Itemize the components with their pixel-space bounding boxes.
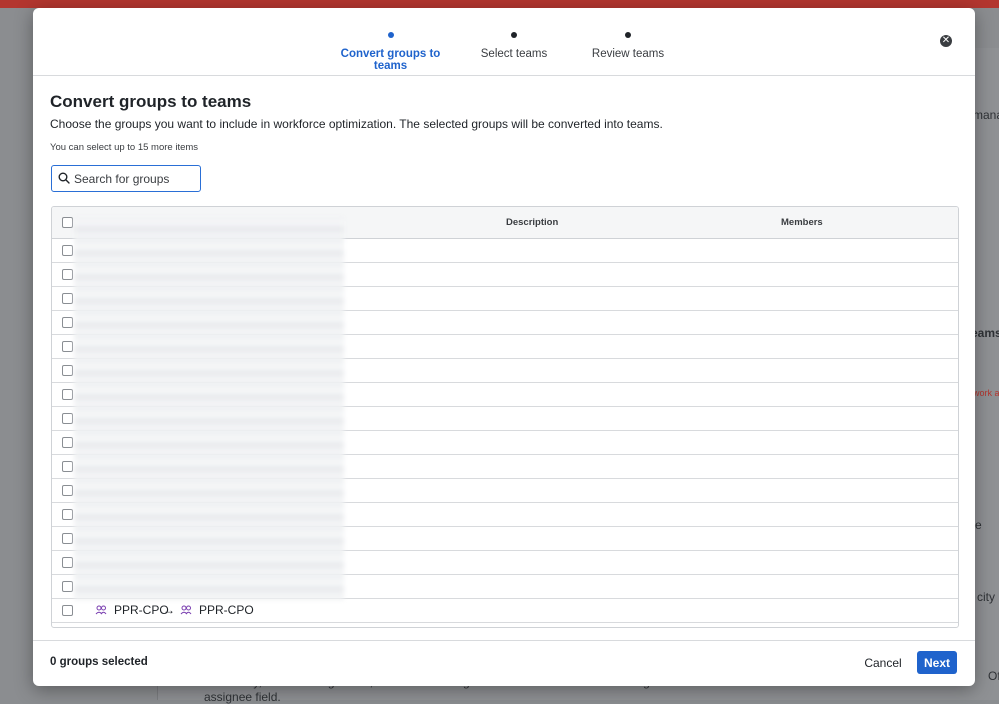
page-subtitle: Choose the groups you want to include in…: [50, 117, 663, 131]
row-checkbox[interactable]: [62, 365, 73, 376]
row-checkbox[interactable]: [62, 269, 73, 280]
row-checkbox[interactable]: [62, 245, 73, 256]
row-checkbox[interactable]: [62, 293, 73, 304]
background-snippet-6: Of: [988, 669, 999, 683]
step-review-teams: Review teams: [588, 32, 668, 60]
team-icon: [180, 605, 192, 615]
row-checkbox[interactable]: [62, 461, 73, 472]
background-snippet-2: eams: [971, 326, 999, 340]
row-checkbox[interactable]: [62, 389, 73, 400]
app-top-bar: [0, 0, 999, 8]
row-checkbox[interactable]: [62, 341, 73, 352]
step-select-teams: Select teams: [474, 32, 554, 60]
column-header-members: Members: [781, 217, 823, 228]
background-snippet-1: manag: [973, 108, 999, 122]
column-header-description: Description: [506, 217, 559, 228]
row-checkbox[interactable]: [62, 485, 73, 496]
row-checkbox[interactable]: [62, 581, 73, 592]
selected-count: 0 groups selected: [50, 656, 148, 668]
background-snippet-5: city: [977, 590, 995, 604]
background-paragraph-line-2: assignee field.: [204, 690, 281, 704]
step-convert-groups: Convert groups to teams: [323, 32, 458, 72]
row-checkbox[interactable]: [62, 437, 73, 448]
group-name: PPR-CPO: [114, 603, 169, 617]
step-label: Review teams: [591, 48, 665, 60]
row-checkbox[interactable]: [62, 533, 73, 544]
step-label: Select teams: [480, 48, 548, 60]
selection-limit-note: You can select up to 15 more items: [50, 142, 199, 153]
step-dot: [511, 32, 517, 38]
convert-groups-modal: Convert groups to teams Select teams Rev…: [33, 8, 975, 686]
groups-table: Description Members PPR-CPO → PPR-CPO: [51, 206, 959, 628]
cancel-button[interactable]: Cancel: [859, 651, 907, 674]
arrow-icon: →: [163, 603, 175, 617]
select-all-checkbox[interactable]: [62, 217, 73, 228]
row-checkbox[interactable]: [62, 605, 73, 616]
step-dot: [625, 32, 631, 38]
step-dot-active: [387, 32, 394, 38]
redacted-group-names: [74, 217, 344, 600]
step-label: Convert groups to teams: [340, 48, 441, 72]
team-name: PPR-CPO: [199, 603, 254, 617]
row-checkbox[interactable]: [62, 317, 73, 328]
background-snippet-4: e: [975, 518, 982, 532]
group-icon: [95, 605, 107, 615]
wizard-stepper: Convert groups to teams Select teams Rev…: [33, 8, 975, 76]
row-checkbox[interactable]: [62, 509, 73, 520]
modal-footer: [33, 640, 975, 687]
search-input[interactable]: [74, 170, 194, 187]
row-checkbox[interactable]: [62, 413, 73, 424]
table-row-ppr-cpo[interactable]: PPR-CPO → PPR-CPO: [52, 598, 958, 623]
next-button[interactable]: Next: [917, 651, 957, 674]
close-icon[interactable]: ✕: [940, 35, 952, 47]
page-title: Convert groups to teams: [50, 92, 252, 111]
search-box: [51, 165, 201, 192]
search-icon: [58, 172, 70, 184]
background-snippet-3: work a: [973, 388, 999, 398]
row-checkbox[interactable]: [62, 557, 73, 568]
